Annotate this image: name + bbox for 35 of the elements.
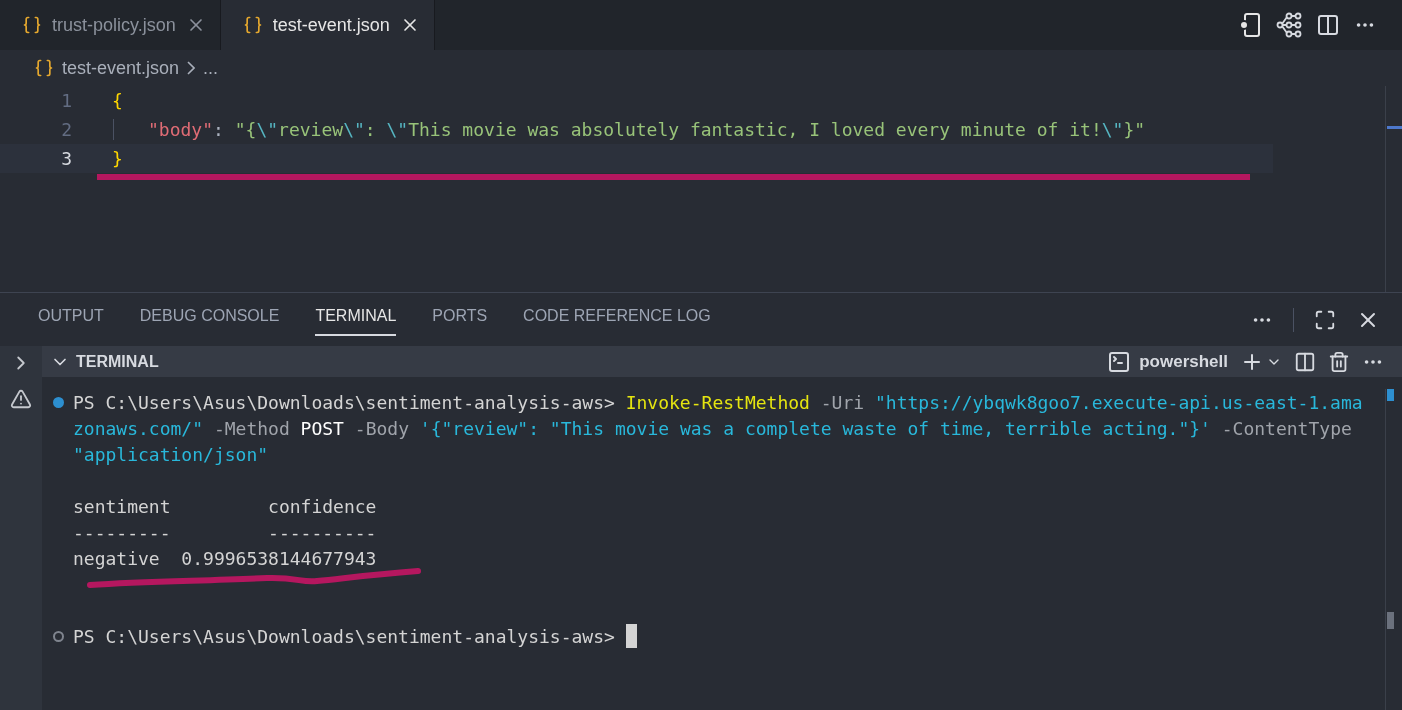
terminal-line: "application/json": [72, 442, 269, 467]
split-icon[interactable]: [1294, 350, 1316, 373]
code-line: "body": "{\"review\": \"This movie was absolutely fantastic, I loved every minute of it!\"}": [113, 119, 1146, 140]
panel-tab[interactable]: PORTS: [432, 296, 488, 336]
section-title: TERMINAL: [76, 352, 159, 371]
text-cursor: [625, 624, 637, 648]
terminal-output-line: negative 0.9996538144677943: [72, 546, 378, 571]
braces-icon: [22, 15, 42, 35]
line-number: 1: [60, 90, 72, 111]
terminal-line: PS C:\Users\Asus\Downloads\sentiment-analysis-aws> Invoke-RestMethod -Uri "https://ybqwk8goo7.execute-api.us-east-1.ama: [73, 390, 1363, 415]
trash-icon[interactable]: [1328, 350, 1350, 373]
panel-tab[interactable]: CODE REFERENCE LOG: [523, 296, 711, 336]
line-number: 3: [60, 148, 72, 169]
split-editor-icon[interactable]: [1316, 13, 1340, 37]
shell-name[interactable]: powershell: [1139, 351, 1228, 372]
terminal-prompt: PS C:\Users\Asus\Downloads\sentiment-analysis-aws>: [73, 624, 616, 649]
editor-tab[interactable]: test-event.json: [220, 0, 435, 50]
code-line: }: [112, 148, 123, 169]
panel-tab[interactable]: DEBUG CONSOLE: [139, 296, 280, 336]
maximize-icon[interactable]: [1314, 308, 1336, 331]
warning-icon[interactable]: [10, 388, 32, 410]
terminal-output-line: --------- ----------: [72, 520, 378, 545]
chevron-icon: [187, 61, 196, 75]
terminal-line: zonaws.com/" -Method POST -Body '{"review": "This movie was a complete waste of time, terrible acting."}' -ContentType: [72, 416, 1352, 441]
breadcrumb-item[interactable]: ...: [203, 57, 219, 79]
braces-icon: [34, 58, 54, 78]
breadcrumb-item[interactable]: test-event.json: [62, 57, 180, 79]
terminal-output-line: sentiment confidence: [72, 494, 378, 519]
graph-icon[interactable]: [1276, 12, 1302, 38]
panel-tab[interactable]: TERMINAL: [315, 296, 397, 336]
braces-icon: [242, 15, 263, 35]
panel-tab[interactable]: OUTPUT: [38, 296, 104, 336]
code-line: {: [112, 90, 123, 111]
line-number: 2: [60, 119, 72, 140]
terminal-icon: [1107, 349, 1132, 374]
